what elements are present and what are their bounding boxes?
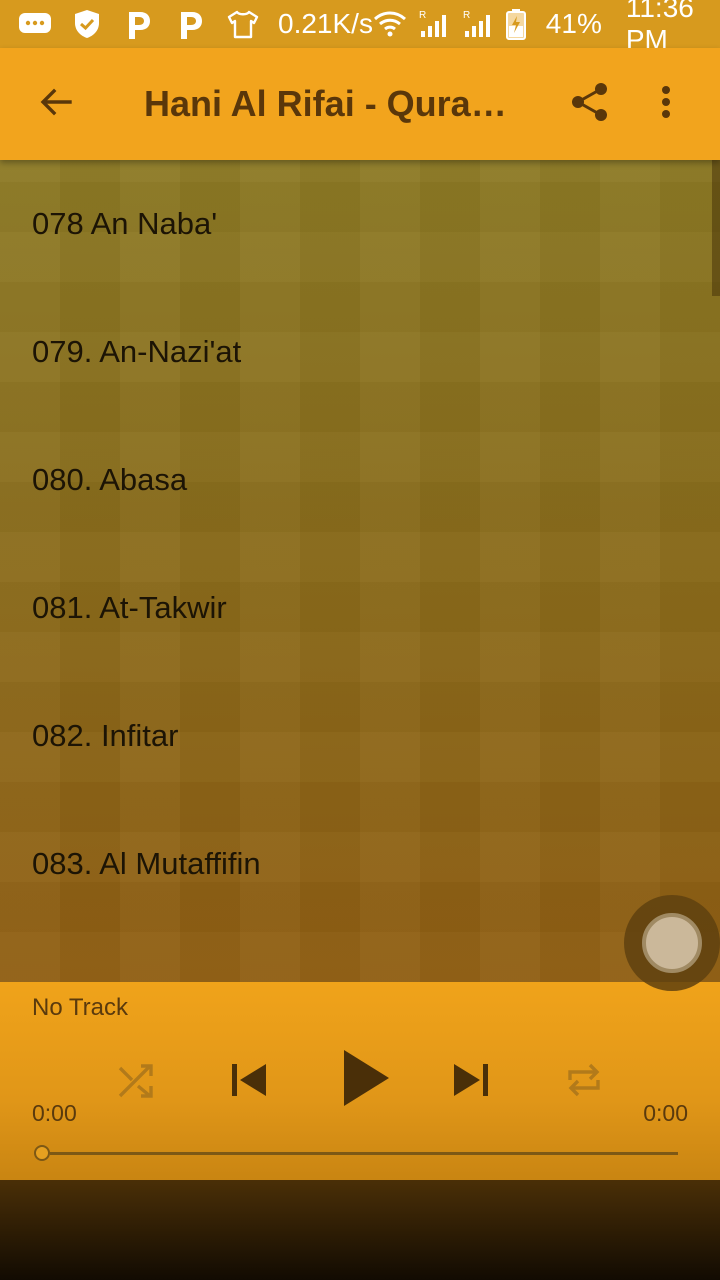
seek-thumb[interactable] <box>34 1145 50 1161</box>
total-time: 0:00 <box>643 1100 688 1126</box>
player-panel: No Track 0:00 0:00 <box>0 982 720 1180</box>
shirt-icon <box>226 10 260 39</box>
back-button[interactable] <box>28 76 84 132</box>
app-bar: Hani Al Rifai - Qura… <box>0 48 720 160</box>
share-button[interactable] <box>562 76 618 132</box>
play-button[interactable] <box>334 1048 398 1112</box>
list-item[interactable]: 083. Al Mutaffifin <box>0 800 720 928</box>
status-bar: 0.21K/s R R 41% 11:36 PM <box>0 0 720 55</box>
list-item[interactable]: 082. Infitar <box>0 672 720 800</box>
page-title: Hani Al Rifai - Qura… <box>144 83 507 124</box>
previous-button[interactable] <box>224 1058 272 1106</box>
list-item[interactable]: 078 An Naba' <box>0 160 720 288</box>
next-button[interactable] <box>448 1058 496 1106</box>
repeat-button[interactable] <box>560 1060 608 1104</box>
wifi-icon <box>373 10 407 38</box>
list-item[interactable]: 079. An-Nazi'at <box>0 288 720 416</box>
parking-icon <box>174 10 208 39</box>
svg-text:R: R <box>463 10 470 21</box>
shield-icon <box>70 10 104 38</box>
battery-icon <box>505 9 528 40</box>
back-arrow-icon <box>38 84 74 125</box>
play-icon <box>341 1048 391 1113</box>
more-vert-icon <box>660 84 672 125</box>
scrollbar[interactable] <box>712 160 720 296</box>
now-playing-label: No Track <box>32 994 129 1021</box>
list-item[interactable]: 080. Abasa <box>0 416 720 544</box>
circle-icon <box>642 913 702 973</box>
shuffle-icon <box>117 1062 155 1103</box>
seek-bar[interactable] <box>34 1145 680 1161</box>
floating-button[interactable] <box>624 895 720 991</box>
player-controls <box>0 1048 720 1112</box>
seek-track <box>50 1152 678 1155</box>
skip-previous-icon <box>228 1060 268 1105</box>
bottom-banner-area <box>0 1180 720 1280</box>
signal-icon: R <box>461 10 495 38</box>
parking-icon <box>122 10 156 39</box>
battery-percent: 41% <box>545 8 602 39</box>
message-icon <box>18 10 52 38</box>
skip-next-icon <box>452 1060 492 1105</box>
network-speed: 0.21K/s <box>278 8 373 39</box>
list-item[interactable]: 081. At-Takwir <box>0 544 720 672</box>
signal-icon: R <box>417 10 451 38</box>
shuffle-button[interactable] <box>114 1060 158 1104</box>
more-options-button[interactable] <box>646 76 686 132</box>
track-list[interactable]: 078 An Naba' 079. An-Nazi'at 080. Abasa … <box>0 160 720 982</box>
elapsed-time: 0:00 <box>32 1100 77 1126</box>
svg-text:R: R <box>419 10 426 21</box>
repeat-icon <box>564 1060 604 1105</box>
share-icon <box>570 81 610 128</box>
